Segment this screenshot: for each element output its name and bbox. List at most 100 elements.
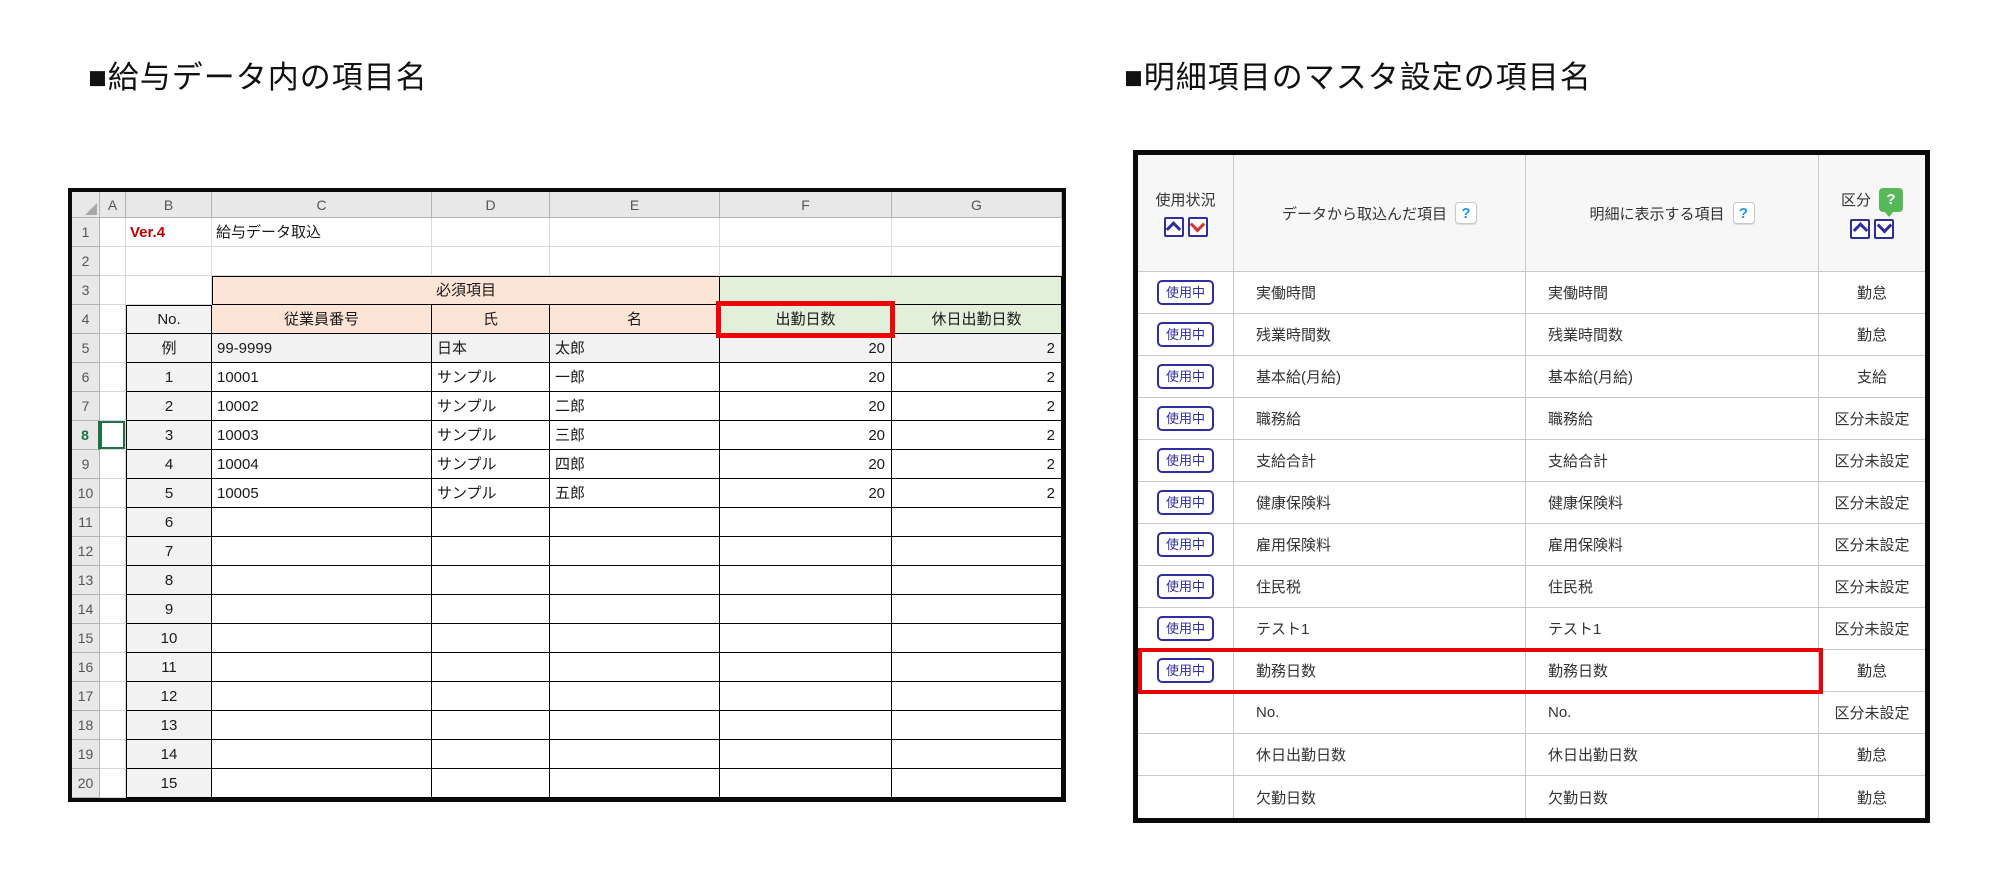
cell-G10[interactable]: 2 [892, 479, 1062, 508]
row-header-17[interactable]: 17 [72, 682, 100, 711]
cell-A12[interactable] [100, 537, 126, 566]
cell-B5[interactable]: 例 [126, 334, 212, 363]
cell-G7[interactable]: 2 [892, 392, 1062, 421]
cell-B7[interactable]: 2 [126, 392, 212, 421]
cell-A6[interactable] [100, 363, 126, 392]
cell-E13[interactable] [550, 566, 720, 595]
cell-E18[interactable] [550, 711, 720, 740]
cell-A10[interactable] [100, 479, 126, 508]
cell-G9[interactable]: 2 [892, 450, 1062, 479]
cell-B9[interactable]: 4 [126, 450, 212, 479]
cell-F4-header-attendance-days[interactable]: 出勤日数 [720, 305, 892, 334]
cell-E12[interactable] [550, 537, 720, 566]
cell-B20[interactable]: 15 [126, 769, 212, 798]
row-header-2[interactable]: 2 [72, 247, 100, 276]
cell-A2[interactable] [100, 247, 126, 276]
row-header-15[interactable]: 15 [72, 624, 100, 653]
cell-C2[interactable] [212, 247, 432, 276]
cell-F20[interactable] [720, 769, 892, 798]
cell-C18[interactable] [212, 711, 432, 740]
in-use-button[interactable]: 使用中 [1156, 447, 1214, 474]
column-header-C[interactable]: C [212, 192, 432, 218]
row-header-8[interactable]: 8 [72, 421, 100, 450]
cell-G12[interactable] [892, 537, 1062, 566]
column-header-G[interactable]: G [892, 192, 1062, 218]
cell-D10[interactable]: サンプル [432, 479, 550, 508]
in-use-button[interactable]: 使用中 [1156, 657, 1214, 684]
cell-E4-header-first-name[interactable]: 名 [550, 305, 720, 334]
row-header-14[interactable]: 14 [72, 595, 100, 624]
cell-A9[interactable] [100, 450, 126, 479]
cell-A20[interactable] [100, 769, 126, 798]
cell-B8[interactable]: 3 [126, 421, 212, 450]
cell-A1[interactable] [100, 218, 126, 247]
cell-A15[interactable] [100, 624, 126, 653]
cell-F14[interactable] [720, 595, 892, 624]
row-header-11[interactable]: 11 [72, 508, 100, 537]
sort-down-button[interactable] [1874, 217, 1894, 239]
row-header-19[interactable]: 19 [72, 740, 100, 769]
cell-D9[interactable]: サンプル [432, 450, 550, 479]
cell-A17[interactable] [100, 682, 126, 711]
help-icon[interactable]: ? [1455, 202, 1477, 224]
cell-F16[interactable] [720, 653, 892, 682]
cell-B14[interactable]: 9 [126, 595, 212, 624]
cell-C13[interactable] [212, 566, 432, 595]
cell-D5[interactable]: 日本 [432, 334, 550, 363]
cell-C8[interactable]: 10003 [212, 421, 432, 450]
cell-E9[interactable]: 四郎 [550, 450, 720, 479]
cell-E17[interactable] [550, 682, 720, 711]
row-header-5[interactable]: 5 [72, 334, 100, 363]
cell-C19[interactable] [212, 740, 432, 769]
cell-B16[interactable]: 11 [126, 653, 212, 682]
in-use-button[interactable]: 使用中 [1156, 363, 1214, 390]
row-header-20[interactable]: 20 [72, 769, 100, 798]
cell-B15[interactable]: 10 [126, 624, 212, 653]
row-header-18[interactable]: 18 [72, 711, 100, 740]
cell-G17[interactable] [892, 682, 1062, 711]
cell-G18[interactable] [892, 711, 1062, 740]
cell-B18[interactable]: 13 [126, 711, 212, 740]
cell-E6[interactable]: 一郎 [550, 363, 720, 392]
cell-E14[interactable] [550, 595, 720, 624]
cell-B17[interactable]: 12 [126, 682, 212, 711]
column-header-D[interactable]: D [432, 192, 550, 218]
cell-A16[interactable] [100, 653, 126, 682]
cell-G20[interactable] [892, 769, 1062, 798]
cell-F8[interactable]: 20 [720, 421, 892, 450]
in-use-button[interactable]: 使用中 [1156, 405, 1214, 432]
cell-D8[interactable]: サンプル [432, 421, 550, 450]
cell-C1-sheet-title[interactable]: 給与データ取込 [212, 218, 432, 247]
cell-C20[interactable] [212, 769, 432, 798]
cell-F18[interactable] [720, 711, 892, 740]
cell-E10[interactable]: 五郎 [550, 479, 720, 508]
cell-B1-version[interactable]: Ver.4 [126, 218, 212, 247]
cell-D6[interactable]: サンプル [432, 363, 550, 392]
cell-E2[interactable] [550, 247, 720, 276]
cell-F1[interactable] [720, 218, 892, 247]
cell-B6[interactable]: 1 [126, 363, 212, 392]
cell-F10[interactable]: 20 [720, 479, 892, 508]
cell-D15[interactable] [432, 624, 550, 653]
column-header-F[interactable]: F [720, 192, 892, 218]
cell-E7[interactable]: 二郎 [550, 392, 720, 421]
row-header-6[interactable]: 6 [72, 363, 100, 392]
in-use-button[interactable]: 使用中 [1156, 615, 1214, 642]
cell-D1[interactable] [432, 218, 550, 247]
row-header-16[interactable]: 16 [72, 653, 100, 682]
cell-C9[interactable]: 10004 [212, 450, 432, 479]
in-use-button[interactable]: 使用中 [1156, 489, 1214, 516]
cell-A7[interactable] [100, 392, 126, 421]
cell-G15[interactable] [892, 624, 1062, 653]
cell-F17[interactable] [720, 682, 892, 711]
cell-C5[interactable]: 99-9999 [212, 334, 432, 363]
cell-D16[interactable] [432, 653, 550, 682]
cell-F7[interactable]: 20 [720, 392, 892, 421]
cell-E15[interactable] [550, 624, 720, 653]
cell-G14[interactable] [892, 595, 1062, 624]
cell-D14[interactable] [432, 595, 550, 624]
in-use-button[interactable]: 使用中 [1156, 279, 1214, 306]
cell-A8[interactable] [100, 421, 126, 450]
row-header-10[interactable]: 10 [72, 479, 100, 508]
cell-E5[interactable]: 太郎 [550, 334, 720, 363]
